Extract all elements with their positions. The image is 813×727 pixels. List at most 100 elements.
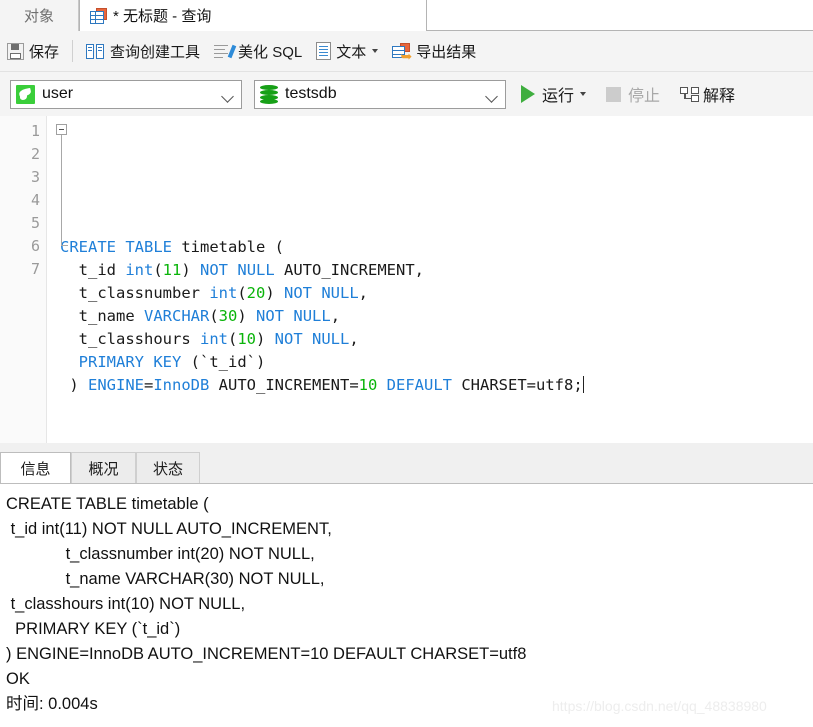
- connection-select[interactable]: user: [10, 79, 242, 109]
- tab-info[interactable]: 信息: [0, 452, 71, 484]
- window-tab-bar: 对象 * 无标题 - 查询: [0, 0, 813, 31]
- tab-query-label: * 无标题 - 查询: [113, 8, 212, 25]
- save-label: 保存: [29, 43, 60, 61]
- tab-bar-empty-area: [427, 0, 813, 31]
- code-token: AUTO_INCREMENT,: [274, 261, 424, 279]
- tab-objects[interactable]: 对象: [0, 0, 79, 31]
- fold-foot: [61, 245, 68, 246]
- code-token: KEY: [153, 353, 182, 371]
- chevron-down-icon[interactable]: [485, 89, 498, 103]
- save-button[interactable]: 保存: [0, 36, 66, 66]
- code-token: (: [209, 307, 219, 325]
- watermark-text: https://blog.csdn.net/qq_48838980: [552, 698, 767, 714]
- play-icon: [521, 85, 535, 103]
- pane-splitter[interactable]: [0, 443, 813, 452]
- chevron-down-icon[interactable]: [580, 92, 587, 96]
- code-token: PRIMARY: [78, 353, 144, 371]
- code-token: ): [181, 261, 201, 279]
- output-line: ) ENGINE=InnoDB AUTO_INCREMENT=10 DEFAUL…: [6, 645, 527, 663]
- code-token: 10: [237, 330, 256, 348]
- beautify-sql-button[interactable]: 美化 SQL: [207, 36, 309, 66]
- output-line: t_classhours int(10) NOT NULL,: [6, 595, 246, 613]
- chevron-down-icon[interactable]: [221, 89, 234, 103]
- database-select[interactable]: testsdb: [254, 79, 506, 109]
- explain-button[interactable]: 解释: [675, 79, 740, 109]
- code-token: NOT: [284, 284, 312, 302]
- code-token: DEFAULT: [386, 376, 452, 394]
- text-cursor: [582, 376, 584, 393]
- mysql-dolphin-icon: [16, 84, 35, 104]
- code-token: NOT: [274, 330, 303, 348]
- code-line: t_id int(11) NOT NULL AUTO_INCREMENT,: [60, 259, 584, 282]
- text-mode-button[interactable]: 文本: [309, 36, 385, 66]
- save-icon: [7, 42, 24, 60]
- code-token: ,: [349, 330, 359, 348]
- fold-collapse-icon[interactable]: [56, 124, 67, 135]
- stop-label: 停止: [628, 88, 661, 105]
- main-toolbar: 保存 查询创建工具 美化 SQL 文本 ➥ 导出结果: [0, 31, 813, 72]
- query-builder-icon: [86, 43, 105, 60]
- output-line: OK: [6, 670, 30, 688]
- code-token: NOT: [256, 307, 285, 325]
- code-token: (: [237, 284, 247, 302]
- code-token: ): [265, 284, 284, 302]
- explain-label: 解释: [703, 88, 736, 105]
- query-builder-label: 查询创建工具: [110, 43, 201, 61]
- output-line: t_name VARCHAR(30) NOT NULL,: [6, 570, 325, 588]
- stop-button: 停止: [601, 79, 665, 109]
- editor-gutter: 1 2 3 4 5 6 7: [0, 116, 47, 443]
- tab-profile[interactable]: 概况: [71, 452, 136, 484]
- code-fold-control[interactable]: [56, 124, 68, 246]
- code-token: NULL: [237, 261, 275, 279]
- code-token: NOT: [200, 261, 229, 279]
- code-token: ENGINE: [88, 376, 144, 394]
- code-token: t_name: [60, 307, 144, 325]
- run-button[interactable]: 运行: [516, 79, 591, 109]
- code-token: TABLE: [125, 238, 173, 256]
- code-token: (: [153, 261, 163, 279]
- line-number: 4: [30, 191, 40, 209]
- code-token: ): [60, 376, 88, 394]
- tab-status-label: 状态: [152, 461, 183, 478]
- code-line: ) ENGINE=InnoDB AUTO_INCREMENT=10 DEFAUL…: [60, 374, 584, 397]
- tab-info-label: 信息: [20, 461, 51, 478]
- line-number: 1: [30, 122, 40, 140]
- message-output-panel[interactable]: CREATE TABLE timetable ( t_id int(11) NO…: [0, 484, 813, 727]
- chevron-down-icon[interactable]: [372, 49, 379, 53]
- tab-profile-label: 概况: [88, 461, 119, 478]
- export-result-button[interactable]: ➥ 导出结果: [385, 36, 483, 66]
- code-token: VARCHAR: [144, 307, 210, 325]
- code-token: 10: [358, 376, 378, 394]
- code-token: 11: [162, 261, 182, 279]
- tab-query[interactable]: * 无标题 - 查询: [79, 0, 427, 31]
- output-line: t_classnumber int(20) NOT NULL,: [6, 545, 315, 563]
- code-token: t_id: [60, 261, 126, 279]
- code-token: =: [144, 376, 154, 394]
- code-token: NULL: [312, 330, 350, 348]
- sql-editor-content[interactable]: CREATE TABLE timetable ( t_id int(11) NO…: [60, 236, 584, 397]
- line-number: 5: [30, 214, 40, 232]
- stop-square-icon: [606, 86, 622, 102]
- output-line: CREATE TABLE timetable (: [6, 495, 209, 513]
- query-builder-button[interactable]: 查询创建工具: [79, 36, 207, 66]
- database-value: testsdb: [285, 85, 337, 102]
- code-line: PRIMARY KEY (`t_id`): [60, 351, 584, 374]
- fold-stem: [61, 135, 62, 245]
- line-number: 6: [30, 237, 40, 255]
- code-token: ,: [358, 284, 369, 302]
- sql-editor[interactable]: 1 2 3 4 5 6 7 CREATE TABLE timetable ( t_id in…: [0, 116, 813, 443]
- tab-status[interactable]: 状态: [136, 452, 200, 484]
- code-token: CREATE: [60, 238, 116, 256]
- code-token: t_classhours: [60, 330, 200, 348]
- line-number: 2: [30, 145, 40, 163]
- code-line: t_classhours int(10) NOT NULL,: [60, 328, 584, 351]
- beautify-sql-icon: [214, 43, 237, 60]
- code-token: NULL: [293, 307, 331, 325]
